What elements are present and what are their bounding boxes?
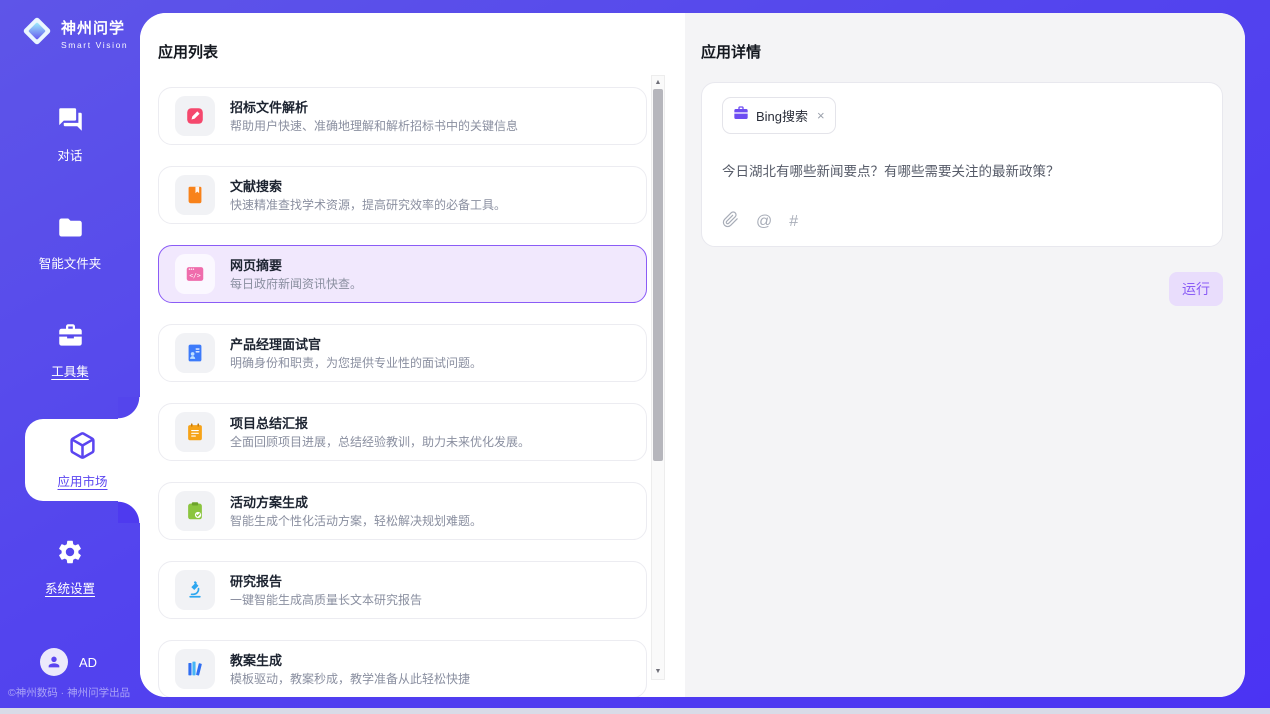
sidebar-item-settings[interactable]: 系统设置 bbox=[0, 538, 140, 597]
user-row: AD bbox=[40, 648, 97, 676]
app-card-desc: 快速精准查找学术资源，提高研究效率的必备工具。 bbox=[230, 199, 506, 211]
app-card-title: 教案生成 bbox=[230, 654, 470, 667]
app-list-panel: 应用列表 招标文件解析 帮助用户快速、准确地理解和解析招标书中的关键信息 bbox=[140, 13, 685, 697]
app-card-research-report[interactable]: 研究报告 一键智能生成高质量长文本研究报告 bbox=[158, 561, 647, 619]
close-icon[interactable]: × bbox=[817, 108, 825, 123]
brand-logo: 神州问学 Smart Vision bbox=[20, 14, 128, 53]
app-list-scrollbar[interactable]: ▲ ▼ bbox=[651, 75, 665, 680]
person-icon bbox=[46, 654, 62, 670]
run-button[interactable]: 运行 bbox=[1169, 272, 1223, 306]
avatar[interactable] bbox=[40, 648, 68, 676]
attachment-toolbar: @ # bbox=[722, 211, 798, 233]
app-card-title: 项目总结汇报 bbox=[230, 417, 530, 430]
app-card-desc: 模板驱动，教案秒成，教学准备从此轻松快捷 bbox=[230, 673, 470, 685]
query-input-card[interactable]: Bing搜索 × 今日湖北有哪些新闻要点？有哪些需要关注的最新政策？ @ # bbox=[701, 82, 1223, 247]
books-icon bbox=[175, 649, 215, 689]
sidebar-item-toolset[interactable]: 工具集 bbox=[0, 322, 140, 380]
app-detail-panel: 应用详情 Bing搜索 × 今日湖北有哪些新闻要点？有哪些需要关注的最新政策？ bbox=[685, 13, 1245, 697]
app-card-title: 活动方案生成 bbox=[230, 496, 482, 509]
book-icon bbox=[175, 175, 215, 215]
app-card-tender-parse[interactable]: 招标文件解析 帮助用户快速、准确地理解和解析招标书中的关键信息 bbox=[158, 87, 647, 145]
app-card-web-summary[interactable]: </> 网页摘要 每日政府新闻资讯快查。 bbox=[158, 245, 647, 303]
gear-icon bbox=[56, 538, 84, 571]
folder-icon bbox=[57, 214, 84, 246]
tool-tag-bing-search[interactable]: Bing搜索 × bbox=[722, 97, 836, 134]
app-card-event-plan[interactable]: 活动方案生成 智能生成个性化活动方案，轻松解决规划难题。 bbox=[158, 482, 647, 540]
briefcase-icon bbox=[733, 105, 749, 126]
run-row: 运行 bbox=[701, 272, 1223, 306]
app-card-desc: 每日政府新闻资讯快查。 bbox=[230, 278, 362, 290]
app-list-title: 应用列表 bbox=[158, 41, 647, 62]
main-content: 应用列表 招标文件解析 帮助用户快速、准确地理解和解析招标书中的关键信息 bbox=[140, 13, 1245, 697]
query-text[interactable]: 今日湖北有哪些新闻要点？有哪些需要关注的最新政策？ bbox=[722, 160, 1202, 180]
app-card-list: 招标文件解析 帮助用户快速、准确地理解和解析招标书中的关键信息 文献搜索 快速精… bbox=[158, 87, 647, 697]
sidebar-item-smart-folders[interactable]: 智能文件夹 bbox=[0, 214, 140, 272]
sidebar-item-label: 智能文件夹 bbox=[39, 253, 102, 272]
sidebar-footer: ©神州数码 · 神州问学出品 bbox=[8, 685, 130, 700]
mention-icon[interactable]: @ bbox=[756, 213, 772, 231]
scrollbar-up-icon[interactable]: ▲ bbox=[652, 76, 664, 90]
app-window: 神州问学 Smart Vision 对话 智能文件夹 bbox=[0, 0, 1270, 708]
scrollbar-down-icon[interactable]: ▼ bbox=[652, 665, 664, 679]
user-label: AD bbox=[79, 655, 97, 670]
app-card-pm-interviewer[interactable]: 产品经理面试官 明确身份和职责，为您提供专业性的面试问题。 bbox=[158, 324, 647, 382]
app-card-desc: 明确身份和职责，为您提供专业性的面试问题。 bbox=[230, 357, 482, 369]
cube-icon bbox=[68, 431, 97, 465]
sidebar-item-label: 对话 bbox=[57, 145, 82, 164]
sidebar-item-app-market[interactable]: 应用市场 bbox=[25, 419, 140, 501]
svg-text:</>: </> bbox=[189, 272, 201, 280]
app-card-title: 文献搜索 bbox=[230, 180, 506, 193]
chat-icon bbox=[57, 106, 84, 138]
sidebar-item-chat[interactable]: 对话 bbox=[0, 106, 140, 164]
sidebar: 神州问学 Smart Vision 对话 智能文件夹 bbox=[0, 0, 140, 708]
doc-edit-icon bbox=[175, 96, 215, 136]
app-card-desc: 一键智能生成高质量长文本研究报告 bbox=[230, 594, 422, 606]
sidebar-item-label: 工具集 bbox=[51, 361, 89, 380]
tool-tag-label: Bing搜索 bbox=[756, 106, 808, 125]
app-card-desc: 全面回顾项目进展，总结经验教训，助力未来优化发展。 bbox=[230, 436, 530, 448]
toolbox-icon bbox=[57, 322, 84, 354]
app-card-title: 网页摘要 bbox=[230, 259, 362, 272]
paperclip-icon[interactable] bbox=[722, 211, 739, 233]
interviewer-doc-icon bbox=[175, 333, 215, 373]
notepad-icon bbox=[175, 412, 215, 452]
app-card-lesson-plan[interactable]: 教案生成 模板驱动，教案秒成，教学准备从此轻松快捷 bbox=[158, 640, 647, 697]
diamond-logo-icon bbox=[20, 14, 54, 53]
scrollbar-thumb[interactable] bbox=[653, 89, 663, 461]
app-detail-title: 应用详情 bbox=[701, 41, 1223, 62]
app-card-desc: 帮助用户快速、准确地理解和解析招标书中的关键信息 bbox=[230, 120, 518, 132]
clipboard-check-icon bbox=[175, 491, 215, 531]
app-card-desc: 智能生成个性化活动方案，轻松解决规划难题。 bbox=[230, 515, 482, 527]
app-card-project-summary[interactable]: 项目总结汇报 全面回顾项目进展，总结经验教训，助力未来优化发展。 bbox=[158, 403, 647, 461]
app-card-title: 招标文件解析 bbox=[230, 101, 518, 114]
app-card-title: 研究报告 bbox=[230, 575, 422, 588]
microscope-icon bbox=[175, 570, 215, 610]
sidebar-item-label: 系统设置 bbox=[45, 578, 95, 597]
hash-icon[interactable]: # bbox=[789, 213, 798, 231]
sidebar-item-label: 应用市场 bbox=[57, 471, 107, 490]
app-card-literature-search[interactable]: 文献搜索 快速精准查找学术资源，提高研究效率的必备工具。 bbox=[158, 166, 647, 224]
app-card-title: 产品经理面试官 bbox=[230, 338, 482, 351]
browser-code-icon: </> bbox=[175, 254, 215, 294]
brand-subtitle: Smart Vision bbox=[61, 40, 128, 50]
brand-name: 神州问学 bbox=[61, 17, 128, 38]
